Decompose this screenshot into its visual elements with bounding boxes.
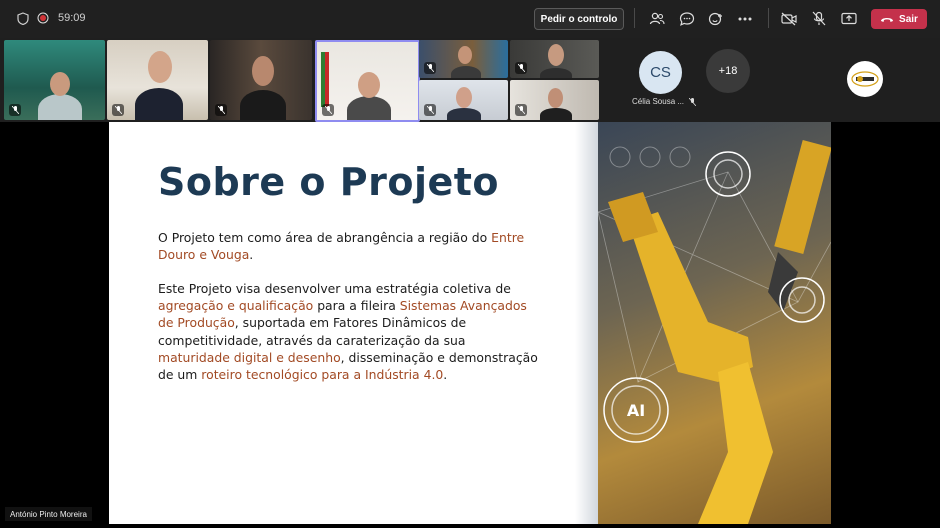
muted-mic-icon xyxy=(515,62,527,74)
slide-robot-image: AI xyxy=(598,122,831,524)
shield-icon[interactable] xyxy=(16,11,30,25)
robot-arm-illustration: AI xyxy=(598,139,831,524)
slide-paragraph-1: O Projeto tem como área de abrangência a… xyxy=(158,229,538,263)
muted-mic-icon xyxy=(515,104,527,116)
participant-avatar[interactable]: CS xyxy=(639,51,682,94)
participant-figure xyxy=(347,96,391,120)
more-participants-button[interactable]: +18 xyxy=(706,49,750,93)
request-control-button[interactable]: Pedir o controlo xyxy=(534,8,624,30)
participant-head xyxy=(358,72,380,98)
toolbar-divider xyxy=(634,8,635,28)
chat-icon[interactable] xyxy=(678,10,696,28)
participant-figure xyxy=(38,94,82,120)
participant-figure xyxy=(540,108,572,120)
video-tile[interactable] xyxy=(510,80,599,120)
slide-divider xyxy=(575,122,599,524)
muted-mic-icon xyxy=(424,104,436,116)
hang-up-icon xyxy=(881,17,894,22)
meeting-timer: 59:09 xyxy=(58,12,86,24)
paragraph-text: Este Projeto visa desenvolver uma estrat… xyxy=(158,281,511,296)
muted-mic-icon xyxy=(215,104,227,116)
highlight-text: agregação e qualificação xyxy=(158,298,314,314)
toolbar-divider xyxy=(768,8,769,28)
more-options-icon[interactable] xyxy=(737,10,753,28)
participant-head xyxy=(50,72,70,96)
participant-figure xyxy=(447,108,481,120)
meeting-toolbar: 59:09 Pedir o controlo Sair xyxy=(0,0,940,38)
paragraph-text: . xyxy=(443,367,448,383)
leave-button[interactable]: Sair xyxy=(871,9,927,29)
mic-off-icon[interactable] xyxy=(810,10,828,28)
reactions-icon[interactable] xyxy=(707,10,725,28)
presenter-name-label: António Pinto Moreira xyxy=(5,507,92,521)
slide-paragraph-2: Este Projeto visa desenvolver uma estrat… xyxy=(158,280,538,383)
paragraph-text: . xyxy=(249,247,254,263)
participant-figure xyxy=(135,88,183,120)
muted-mic-icon xyxy=(9,104,21,116)
camera-off-icon[interactable] xyxy=(780,10,798,28)
video-tile[interactable] xyxy=(4,40,105,120)
participant-name-text: Célia Sousa ... xyxy=(632,97,685,106)
flag-decoration xyxy=(321,52,329,107)
participant-name: Célia Sousa ... xyxy=(632,97,697,107)
share-screen-icon[interactable] xyxy=(840,10,858,28)
muted-mic-icon xyxy=(112,104,124,116)
video-tile[interactable] xyxy=(210,40,312,120)
muted-mic-icon xyxy=(424,62,436,74)
muted-mic-icon xyxy=(688,97,697,107)
participant-figure xyxy=(240,90,286,120)
participant-head xyxy=(548,88,563,108)
ai-icon-label: AI xyxy=(627,401,645,420)
paragraph-text: para a fileira xyxy=(313,298,400,314)
video-tile[interactable] xyxy=(510,40,599,78)
organization-logo[interactable] xyxy=(847,61,883,97)
recording-icon xyxy=(37,12,49,24)
video-tile[interactable] xyxy=(419,40,508,78)
participant-figure xyxy=(451,66,481,78)
participant-head xyxy=(148,51,172,83)
participant-figure xyxy=(540,68,572,78)
participant-head xyxy=(548,44,564,66)
participant-head xyxy=(252,56,274,86)
leave-label: Sair xyxy=(899,13,918,25)
participant-head xyxy=(458,46,472,64)
slide-title: Sobre o Projeto xyxy=(158,160,500,204)
people-icon[interactable] xyxy=(648,10,666,28)
video-tile-active-speaker[interactable] xyxy=(315,40,420,122)
participant-head xyxy=(456,87,472,108)
video-tile[interactable] xyxy=(107,40,208,120)
paragraph-text: O Projeto tem como área de abrangência a… xyxy=(158,230,492,245)
video-tile[interactable] xyxy=(419,80,508,120)
highlight-text: roteiro tecnológico para a Indústria 4.0 xyxy=(201,367,444,383)
highlight-text: maturidade digital e desenho xyxy=(158,349,341,365)
muted-mic-icon xyxy=(322,104,334,116)
